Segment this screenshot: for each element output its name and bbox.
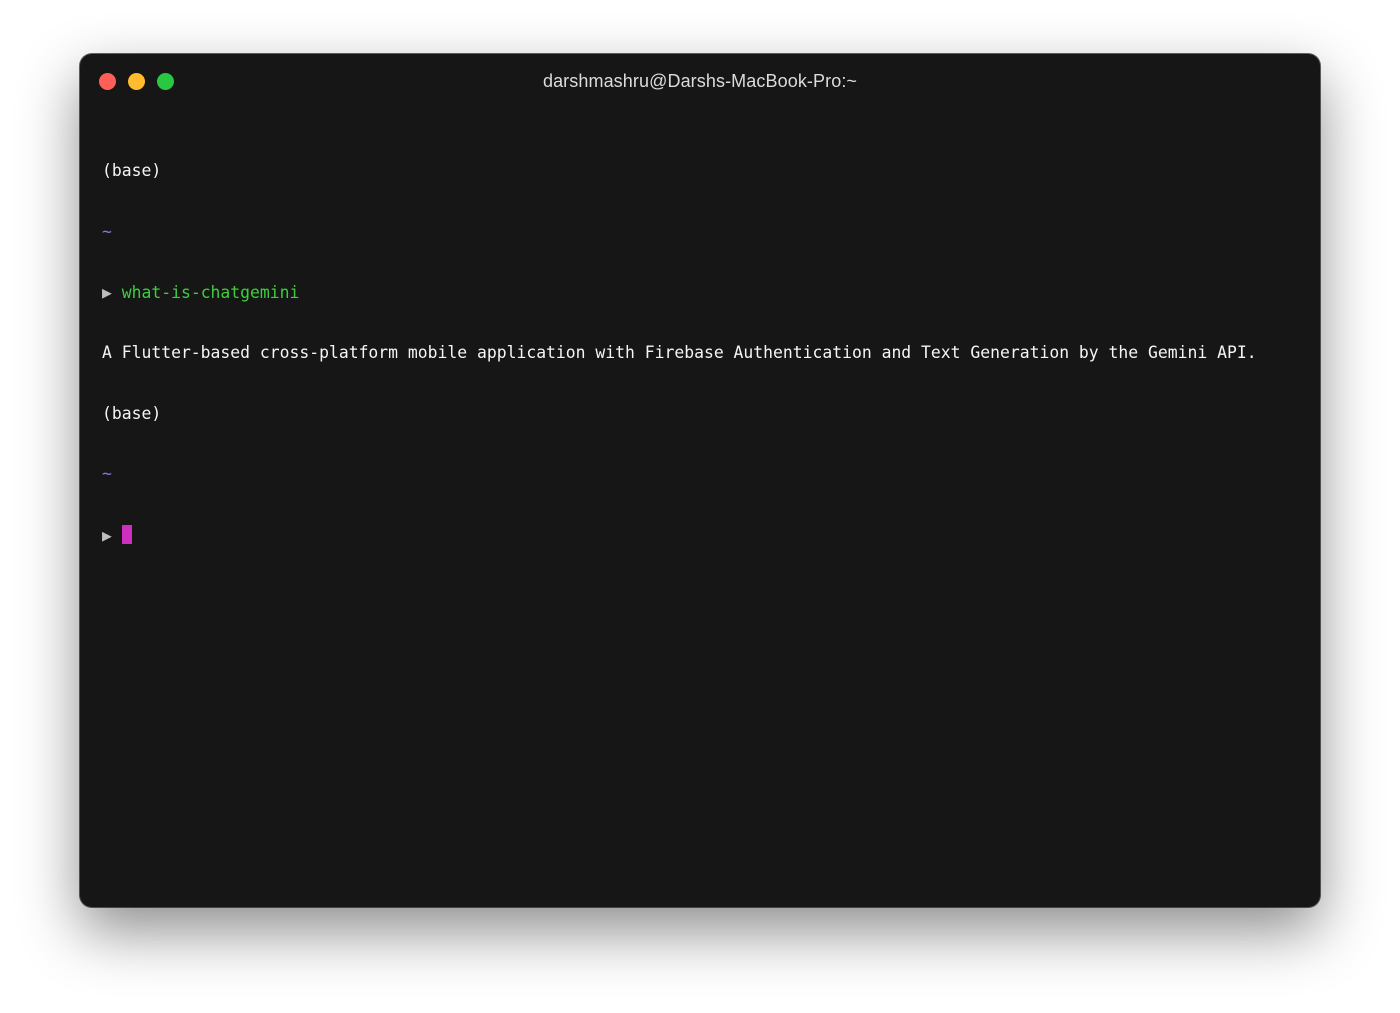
- terminal-line: ▶ what-is-chatgemini: [102, 283, 1310, 303]
- command-text: what-is-chatgemini: [121, 282, 300, 302]
- terminal-line: (base): [102, 161, 1310, 181]
- title-bar[interactable]: darshmashru@Darshs-MacBook-Pro:~: [80, 54, 1320, 108]
- conda-env-label: (base): [102, 161, 162, 181]
- terminal-line: ~: [102, 464, 1310, 484]
- text-cursor[interactable]: [121, 524, 132, 544]
- window-title: darshmashru@Darshs-MacBook-Pro:~: [542, 71, 858, 91]
- terminal-line: A Flutter-based cross-platform mobile ap…: [102, 343, 1310, 363]
- terminal-window: darshmashru@Darshs-MacBook-Pro:~ (base) …: [80, 54, 1320, 907]
- prompt-arrow-icon: ▶: [102, 282, 122, 302]
- cwd-tilde: ~: [102, 222, 112, 241]
- terminal-line: ~: [102, 222, 1310, 242]
- terminal-line: ▶: [102, 524, 1310, 545]
- prompt-arrow-icon: ▶: [102, 525, 122, 545]
- terminal-output[interactable]: (base) ~ ▶ what-is-chatgemini A Flutter-…: [102, 121, 1310, 586]
- conda-env-label: (base): [102, 403, 162, 423]
- cwd-tilde: ~: [102, 464, 112, 484]
- command-output: A Flutter-based cross-platform mobile ap…: [102, 343, 1257, 363]
- terminal-line: (base): [102, 404, 1310, 424]
